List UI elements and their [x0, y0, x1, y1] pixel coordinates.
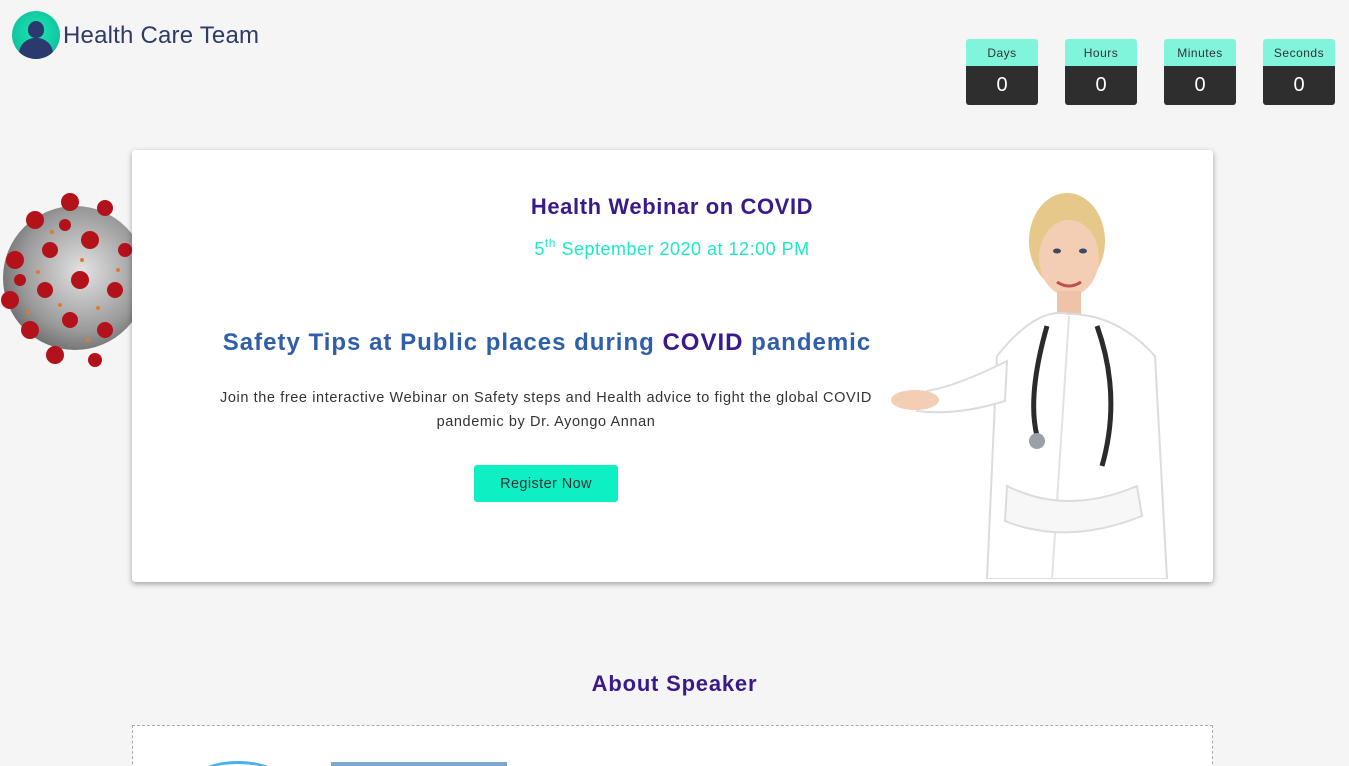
countdown-label: Hours [1065, 39, 1137, 66]
countdown-value: 0 [1164, 66, 1236, 105]
doctor-illustration [891, 193, 1169, 579]
doctor-avatar-icon [12, 11, 60, 59]
about-speaker-heading: About Speaker [591, 671, 758, 696]
brand-name: Health Care Team [63, 22, 260, 49]
countdown-seconds: Seconds 0 [1263, 39, 1335, 105]
countdown-label: Seconds [1263, 39, 1335, 66]
date-suffix: th [544, 236, 556, 250]
webinar-hero-card: Health Webinar on COVID 5th September 20… [132, 150, 1213, 582]
register-now-button[interactable]: Register Now [474, 465, 618, 502]
subtitle-post: pandemic [743, 329, 872, 356]
countdown-timer: Days 0 Hours 0 Minutes 0 Seconds 0 [966, 39, 1335, 105]
countdown-label: Days [966, 39, 1038, 66]
coronavirus-illustration [1, 193, 140, 367]
speaker-name-bar [331, 762, 507, 766]
countdown-days: Days 0 [966, 39, 1038, 105]
subtitle-covid: COVID [662, 329, 744, 356]
webinar-description: Join the free interactive Webinar on Saf… [220, 390, 872, 430]
date-rest: September 2020 at 12:00 PM [555, 239, 810, 259]
countdown-value: 0 [1263, 66, 1335, 105]
subtitle-pre: Safety Tips at Public places during [222, 329, 663, 356]
countdown-value: 0 [1065, 66, 1137, 105]
date-day: 5 [534, 239, 545, 259]
webinar-subtitle: Safety Tips at Public places during COVI… [192, 329, 902, 357]
page: Health Care Team Days 0 Hours 0 Minutes … [0, 0, 1349, 766]
countdown-minutes: Minutes 0 [1164, 39, 1236, 105]
countdown-hours: Hours 0 [1065, 39, 1137, 105]
speaker-card [132, 725, 1213, 766]
webinar-title: Health Webinar on COVID [530, 194, 814, 219]
webinar-date: 5th September 2020 at 12:00 PM [472, 236, 872, 260]
countdown-value: 0 [966, 66, 1038, 105]
brand-logo[interactable]: Health Care Team [12, 11, 259, 59]
speaker-avatar [193, 761, 283, 766]
countdown-label: Minutes [1164, 39, 1236, 66]
